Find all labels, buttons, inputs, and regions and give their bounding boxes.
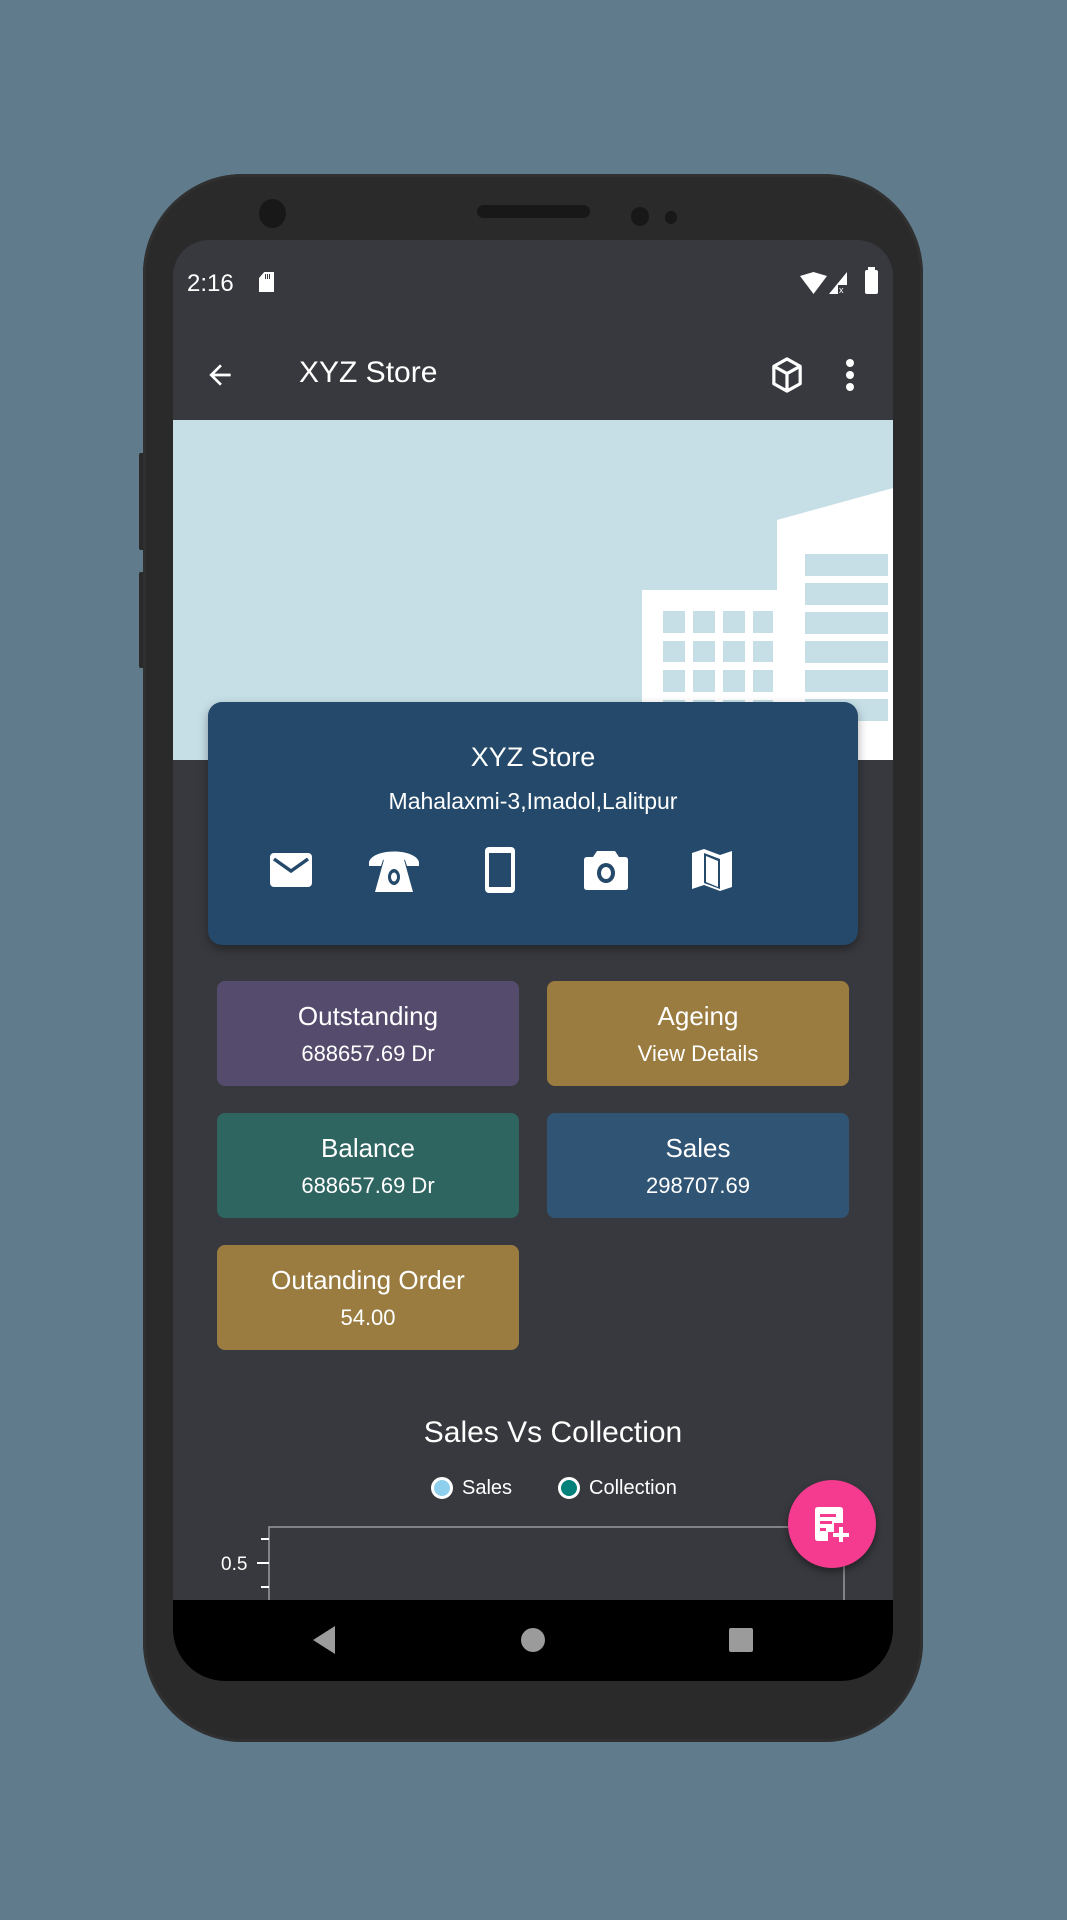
tile-value: 688657.69 Dr bbox=[301, 1041, 435, 1066]
tile-title: Outstanding bbox=[297, 1001, 439, 1031]
recents-square-icon bbox=[729, 1628, 753, 1652]
tile-value: View Details bbox=[637, 1041, 759, 1066]
more-vert-icon bbox=[846, 359, 854, 391]
map-icon bbox=[692, 849, 732, 891]
system-nav-bar bbox=[173, 1600, 893, 1681]
phone-button[interactable] bbox=[364, 840, 424, 900]
proximity-sensor bbox=[631, 207, 649, 226]
back-button[interactable] bbox=[193, 348, 247, 402]
legend-label-collection: Collection bbox=[589, 1476, 677, 1499]
store-address: Mahalaxmi-3,Imadol,Lalitpur bbox=[388, 788, 678, 814]
tile-value: 54.00 bbox=[340, 1305, 396, 1330]
email-icon bbox=[270, 853, 312, 887]
screen: 2:16 x XYZ Store XYZ Store Mahalaxmi-3,I… bbox=[173, 240, 893, 1681]
y-tick-label: 0.5 bbox=[221, 1554, 247, 1575]
tile-outstanding[interactable]: Outstanding 688657.69 Dr bbox=[217, 981, 519, 1086]
tile-outstanding-order[interactable]: Outanding Order 54.00 bbox=[217, 1245, 519, 1350]
svg-text:x: x bbox=[839, 285, 844, 294]
tile-title: Sales bbox=[665, 1133, 731, 1163]
plot-area bbox=[268, 1526, 845, 1600]
cube-icon bbox=[772, 357, 802, 393]
nav-back-button[interactable] bbox=[294, 1610, 354, 1670]
back-triangle-icon bbox=[313, 1626, 335, 1654]
app-bar: XYZ Store bbox=[173, 330, 893, 420]
mobile-icon bbox=[485, 847, 515, 893]
phone-icon bbox=[369, 851, 419, 892]
sales-collection-chart: 0.5 bbox=[221, 1526, 845, 1600]
legend-item-sales[interactable]: Sales bbox=[431, 1474, 512, 1502]
tile-title: Outanding Order bbox=[271, 1265, 465, 1295]
status-time: 2:16 bbox=[187, 270, 234, 297]
tile-balance[interactable]: Balance 688657.69 Dr bbox=[217, 1113, 519, 1218]
signal-no-data-icon: x bbox=[829, 272, 847, 294]
arrow-back-icon bbox=[209, 364, 231, 386]
legend-item-collection[interactable]: Collection bbox=[558, 1474, 677, 1502]
legend-dot-sales bbox=[431, 1477, 453, 1499]
cube-button[interactable] bbox=[760, 348, 814, 402]
sd-card-icon bbox=[259, 272, 274, 292]
legend-label-sales: Sales bbox=[462, 1476, 513, 1499]
battery-icon bbox=[865, 267, 878, 294]
map-button[interactable] bbox=[682, 840, 742, 900]
tile-title: Balance bbox=[321, 1133, 415, 1163]
chart-title: Sales Vs Collection bbox=[423, 1416, 683, 1449]
earpiece-speaker bbox=[477, 205, 590, 218]
light-sensor bbox=[665, 211, 677, 224]
tile-value: 298707.69 bbox=[646, 1173, 750, 1198]
store-action-icons bbox=[208, 840, 858, 900]
camera-button[interactable] bbox=[576, 840, 636, 900]
nav-home-button[interactable] bbox=[503, 1610, 563, 1670]
more-options-button[interactable] bbox=[828, 348, 872, 402]
app-title: XYZ Store bbox=[299, 356, 438, 389]
mobile-button[interactable] bbox=[470, 840, 530, 900]
add-note-fab[interactable] bbox=[788, 1480, 876, 1568]
store-info-card: XYZ Store Mahalaxmi-3,Imadol,Lalitpur bbox=[208, 702, 858, 945]
wifi-icon bbox=[800, 272, 827, 294]
tile-title: Ageing bbox=[657, 1001, 739, 1031]
legend-dot-collection bbox=[558, 1477, 580, 1499]
camera-icon bbox=[584, 851, 628, 890]
email-button[interactable] bbox=[261, 840, 321, 900]
front-camera bbox=[259, 199, 286, 228]
store-name: XYZ Store bbox=[470, 742, 596, 772]
home-circle-icon bbox=[521, 1628, 545, 1652]
status-bar: 2:16 x bbox=[173, 240, 893, 330]
nav-recents-button[interactable] bbox=[711, 1610, 771, 1670]
add-note-icon bbox=[815, 1507, 849, 1542]
tile-sales[interactable]: Sales 298707.69 bbox=[547, 1113, 849, 1218]
tile-ageing[interactable]: Ageing View Details bbox=[547, 981, 849, 1086]
tile-value: 688657.69 Dr bbox=[301, 1173, 435, 1198]
